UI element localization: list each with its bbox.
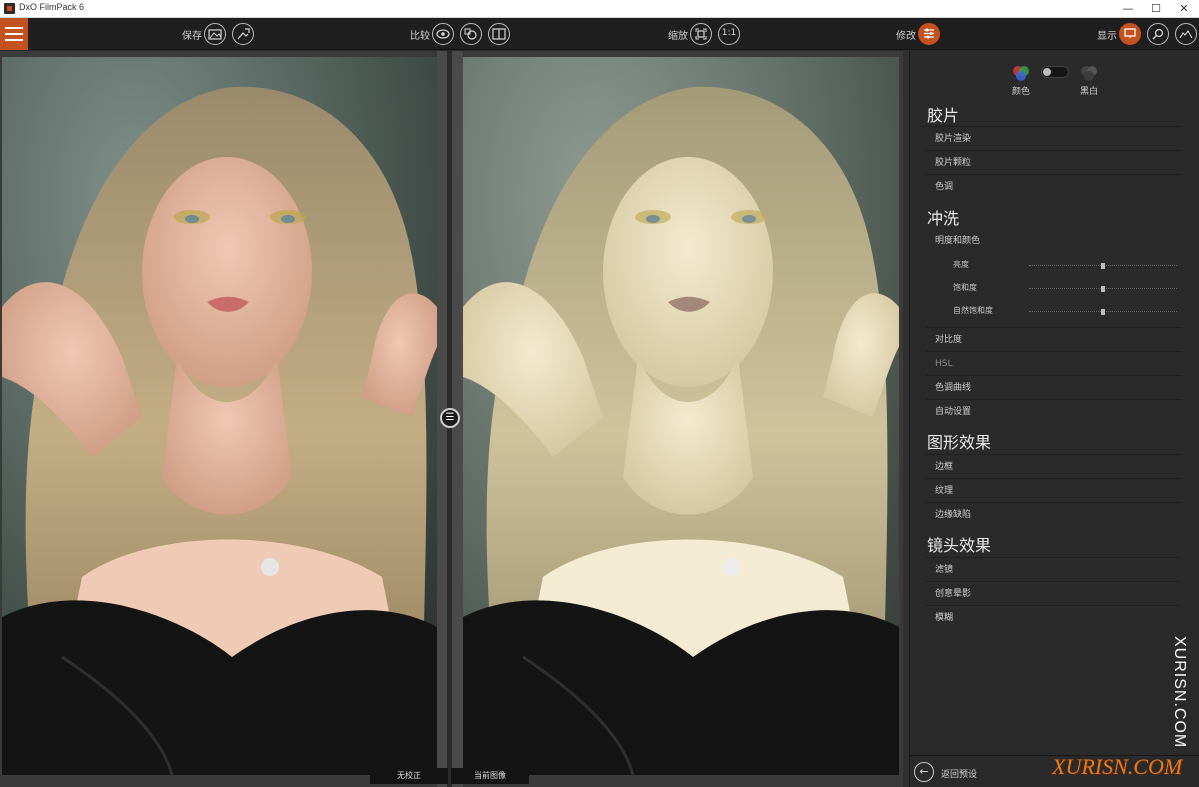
item-film-grain[interactable]: 胶片颗粒	[926, 150, 1182, 174]
save-label: 保存	[182, 31, 202, 42]
zoom-1to1-button[interactable]: 1:1	[718, 23, 740, 45]
display-label: 显示	[1097, 31, 1117, 42]
app-logo-icon	[4, 3, 15, 14]
histogram-icon[interactable]	[1175, 23, 1197, 45]
display-icon[interactable]	[1119, 23, 1141, 45]
item-creative-vignetting[interactable]: 创意晕影	[926, 581, 1182, 605]
item-frames[interactable]: 边框	[926, 454, 1182, 478]
slider-brightness[interactable]: 亮度	[953, 256, 1185, 274]
item-film-rendering[interactable]: 胶片渲染	[926, 126, 1182, 150]
edit-label: 修改	[896, 31, 916, 42]
zoom-label: 缩放	[668, 31, 688, 42]
item-blur[interactable]: 模糊	[926, 605, 1182, 629]
color-mode-label: 颜色	[1011, 87, 1030, 97]
item-toning[interactable]: 色调	[926, 174, 1182, 198]
item-hsl[interactable]: HSL	[926, 351, 1182, 375]
sliders-icon[interactable]	[918, 23, 940, 45]
back-to-presets[interactable]: 返回预设	[941, 767, 977, 780]
split-compare-icon[interactable]	[488, 23, 510, 45]
color-mode-toggle[interactable]	[1041, 66, 1069, 78]
eye-icon[interactable]	[432, 23, 454, 45]
menu-button[interactable]	[0, 18, 28, 50]
saturation-knob[interactable]	[1101, 286, 1105, 292]
brightness-knob[interactable]	[1101, 263, 1105, 269]
split-handle-icon[interactable]: ☰	[440, 408, 460, 428]
item-textures[interactable]: 纹理	[926, 478, 1182, 502]
saturation-label: 饱和度	[953, 283, 977, 292]
save-image-icon[interactable]	[204, 23, 226, 45]
item-filters[interactable]: 滤镜	[926, 557, 1182, 581]
vibrance-label: 自然饱和度	[953, 306, 993, 315]
title-bar: DxO FilmPack 6 — ☐ ✕	[0, 0, 1199, 18]
watermark-vertical-text: XURISN.COM	[1171, 636, 1188, 749]
bw-circles-icon[interactable]	[1078, 64, 1100, 82]
color-circles-icon[interactable]	[1010, 64, 1032, 82]
item-contrast[interactable]: 对比度	[926, 327, 1182, 351]
menu-icon-bar	[5, 39, 23, 41]
processed-image	[463, 57, 899, 775]
vibrance-track[interactable]	[1029, 309, 1177, 315]
loupe-icon[interactable]	[1147, 23, 1169, 45]
maximize-button[interactable]: ☐	[1142, 0, 1170, 18]
section-film[interactable]: 胶片	[927, 102, 959, 126]
section-graphic-effects[interactable]: 图形效果	[927, 429, 991, 453]
section-develop[interactable]: 冲洗	[927, 205, 959, 229]
section-lens-effects[interactable]: 镜头效果	[927, 532, 991, 556]
zoom-fit-icon[interactable]	[690, 23, 712, 45]
watermark-vertical: XURISN.COM	[1168, 636, 1190, 748]
compare-label: 比较	[410, 31, 430, 42]
original-image	[2, 57, 437, 775]
compare-icon[interactable]	[460, 23, 482, 45]
bw-mode-label: 黑白	[1079, 87, 1098, 97]
slider-saturation[interactable]: 饱和度	[953, 279, 1185, 297]
export-icon[interactable]	[232, 23, 254, 45]
brightness-track[interactable]	[1029, 263, 1177, 269]
menu-icon	[5, 27, 23, 29]
watermark-horizontal: XURISN.COM	[1052, 754, 1183, 779]
original-caption: 无校正	[370, 768, 448, 784]
item-edge-defects[interactable]: 边缘缺陷	[926, 502, 1182, 526]
edit-panel: 颜色 黑白 胶片 胶片渲染 胶片颗粒 色调 冲洗 明度和颜色 亮度 饱和度 自然…	[909, 51, 1199, 787]
image-viewer[interactable]: ☰ 无校正 当前图像	[0, 51, 903, 787]
item-light-color[interactable]: 明度和颜色	[926, 229, 1182, 253]
main-toolbar: 保存 比较 缩放 1:1 修改 显示	[0, 18, 1199, 50]
slider-vibrance[interactable]: 自然饱和度	[953, 302, 1185, 320]
close-button[interactable]: ✕	[1170, 0, 1198, 18]
minimize-button[interactable]: —	[1114, 0, 1142, 18]
toggle-icon	[1043, 68, 1051, 76]
back-arrow-icon[interactable]: ←	[914, 762, 934, 782]
item-auto-settings[interactable]: 自动设置	[926, 399, 1182, 423]
menu-icon-bar	[5, 33, 23, 35]
current-caption: 当前图像	[451, 768, 529, 784]
vibrance-knob[interactable]	[1101, 309, 1105, 315]
saturation-track[interactable]	[1029, 286, 1177, 292]
window-title: DxO FilmPack 6	[19, 2, 85, 12]
brightness-label: 亮度	[953, 260, 969, 269]
item-tone-curve[interactable]: 色调曲线	[926, 375, 1182, 399]
app-window: DxO FilmPack 6 — ☐ ✕ 保存 比较 缩放 1:1 修改 显示 …	[0, 0, 1199, 787]
